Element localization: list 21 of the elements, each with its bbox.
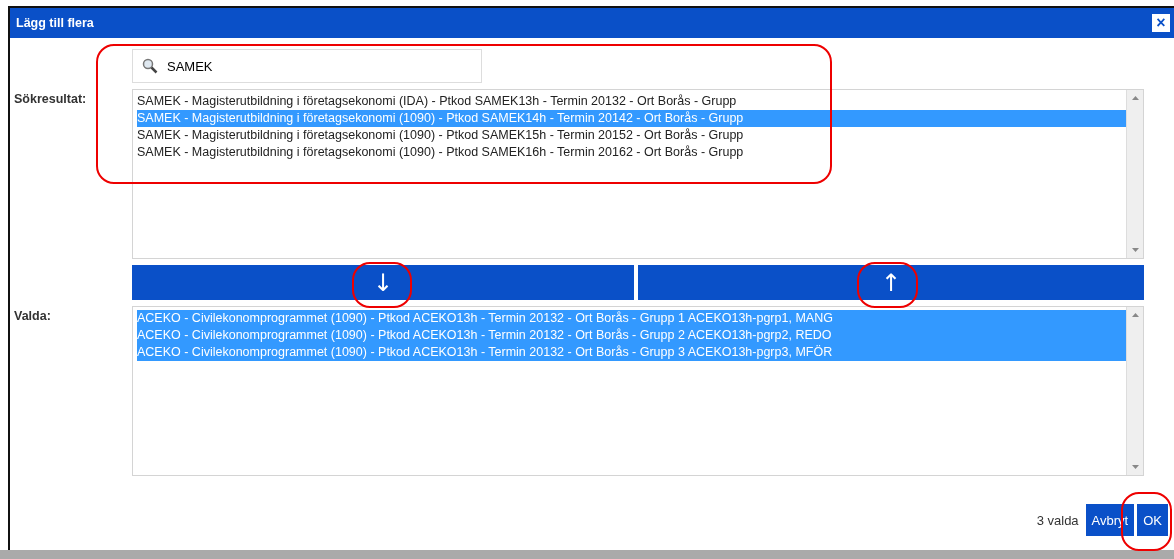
scrollbar[interactable] [1126, 90, 1143, 258]
move-button[interactable]: ↓ [132, 265, 634, 300]
scroll-down-icon[interactable] [1131, 248, 1139, 252]
list-item[interactable]: SAMEK - Magisterutbildning i företagsekonomi (1090) - Ptkod SAMEK15h - Termin 20152 - Ort Borås - Grupp [137, 127, 1126, 144]
field-label: Sökresultat: [14, 92, 87, 106]
move-button[interactable]: ↑ [638, 265, 1144, 300]
scroll-up-icon[interactable] [1131, 96, 1139, 100]
search-field[interactable]: SAMEK [132, 49, 482, 83]
highlight-outline [857, 262, 918, 308]
selection-count: 3 valda [1036, 512, 1079, 528]
scroll-up-icon[interactable] [1131, 313, 1139, 317]
close-button[interactable]: × [1152, 14, 1170, 32]
scrollbar[interactable] [1126, 307, 1143, 475]
highlight-outline [352, 262, 412, 308]
ok-button[interactable]: OK [1137, 504, 1168, 536]
field-label: Valda: [14, 309, 51, 323]
search-icon [142, 58, 158, 74]
list-item[interactable]: SAMEK - Magisterutbildning i företagsekonomi (1090) - Ptkod SAMEK16h - Termin 20162 - Ort Borås - Grupp [137, 144, 1126, 161]
scroll-down-icon[interactable] [1131, 465, 1139, 469]
window-title: Lägg till flera [16, 16, 94, 30]
list-item[interactable]: SAMEK - Magisterutbildning i företagsekonomi (IDA) - Ptkod SAMEK13h - Termin 20132 - Ort Borås - Grupp [137, 93, 1126, 110]
